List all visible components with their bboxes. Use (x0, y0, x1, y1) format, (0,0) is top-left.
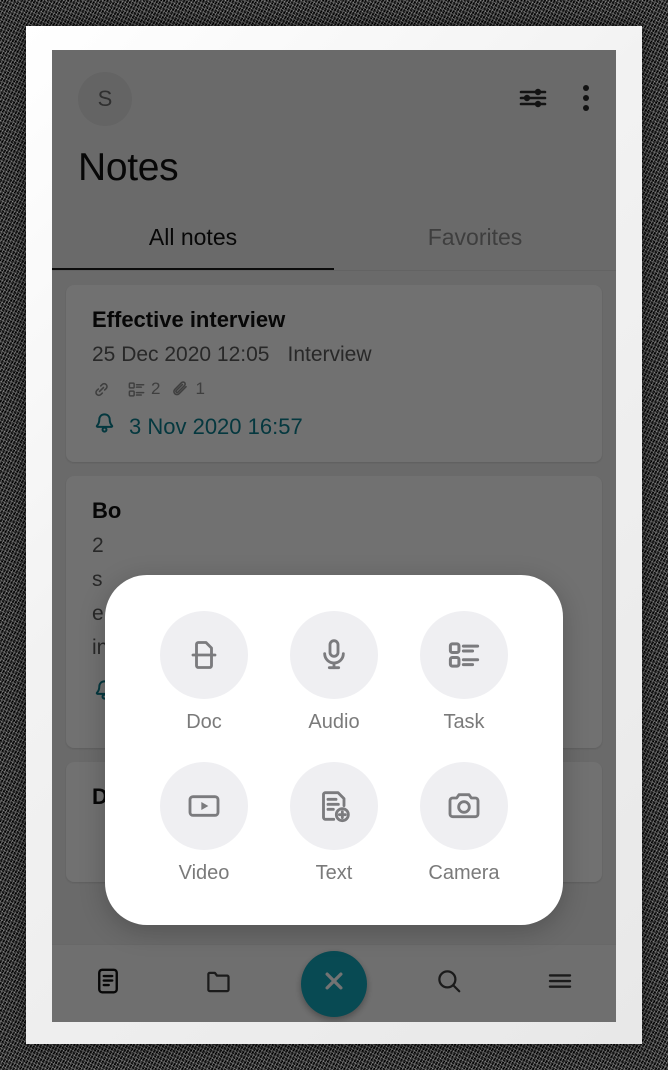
create-option-doc[interactable]: Doc (160, 611, 248, 734)
bell-icon (92, 411, 117, 442)
note-card[interactable]: Effective interview 25 Dec 2020 12:05 In… (66, 285, 602, 462)
attachment-count: 1 (195, 379, 205, 398)
close-create-menu-fab[interactable] (300, 950, 367, 1017)
notes-icon (93, 966, 123, 1001)
task-count: 2 (151, 379, 161, 398)
create-option-camera[interactable]: Camera (420, 762, 508, 885)
avatar-initial: S (97, 86, 113, 111)
video-icon (160, 762, 248, 850)
menu-icon (545, 966, 575, 1001)
create-note-menu: Doc Audio Task Video Text Camera (105, 575, 563, 925)
top-bar: S (52, 50, 616, 142)
doc-icon (160, 611, 248, 699)
phone-screen: S Notes All notes Favorites Effective in… (52, 50, 616, 1022)
note-date: 2 (92, 534, 104, 557)
top-bar-actions (518, 72, 590, 117)
note-badges: 2 1 (92, 379, 576, 399)
text-add-icon (290, 762, 378, 850)
attachment-badge: 1 (171, 379, 205, 399)
create-option-label: Doc (186, 711, 222, 733)
create-option-audio[interactable]: Audio (290, 611, 378, 734)
avatar[interactable]: S (78, 72, 132, 126)
nav-menu[interactable] (530, 954, 590, 1014)
tab-bar: All notes Favorites (52, 224, 616, 271)
nav-notes[interactable] (78, 954, 138, 1014)
nav-folders[interactable] (189, 954, 249, 1014)
note-reminder: 3 Nov 2020 16:57 (92, 411, 576, 442)
note-date: 25 Dec 2020 12:05 (92, 343, 270, 366)
note-title: Effective interview (92, 307, 286, 332)
more-vertical-icon[interactable] (582, 84, 590, 117)
reminder-text: 3 Nov 2020 16:57 (129, 413, 303, 439)
camera-icon (420, 762, 508, 850)
microphone-icon (290, 611, 378, 699)
create-option-label: Camera (428, 862, 500, 884)
note-category: Interview (287, 343, 372, 366)
note-meta: 2 (92, 534, 576, 558)
link-badge (92, 380, 116, 399)
note-meta: 25 Dec 2020 12:05 Interview (92, 343, 576, 367)
create-option-label: Task (443, 711, 485, 733)
task-badge: 2 (127, 379, 160, 399)
sliders-icon[interactable] (518, 86, 548, 115)
note-title: Bo (92, 498, 122, 523)
tab-favorites[interactable]: Favorites (334, 224, 616, 271)
create-option-text[interactable]: Text (290, 762, 378, 885)
create-option-task[interactable]: Task (420, 611, 508, 734)
create-option-label: Video (178, 862, 230, 884)
bottom-nav (52, 944, 616, 1022)
tab-all-notes[interactable]: All notes (52, 224, 334, 271)
create-option-label: Text (315, 862, 353, 884)
nav-search[interactable] (419, 954, 479, 1014)
search-icon (434, 966, 464, 1001)
close-icon (319, 966, 349, 1001)
create-option-video[interactable]: Video (160, 762, 248, 885)
task-list-icon (420, 611, 508, 699)
page-title: Notes (78, 146, 179, 189)
create-option-label: Audio (308, 711, 360, 733)
folder-icon (204, 966, 234, 1001)
